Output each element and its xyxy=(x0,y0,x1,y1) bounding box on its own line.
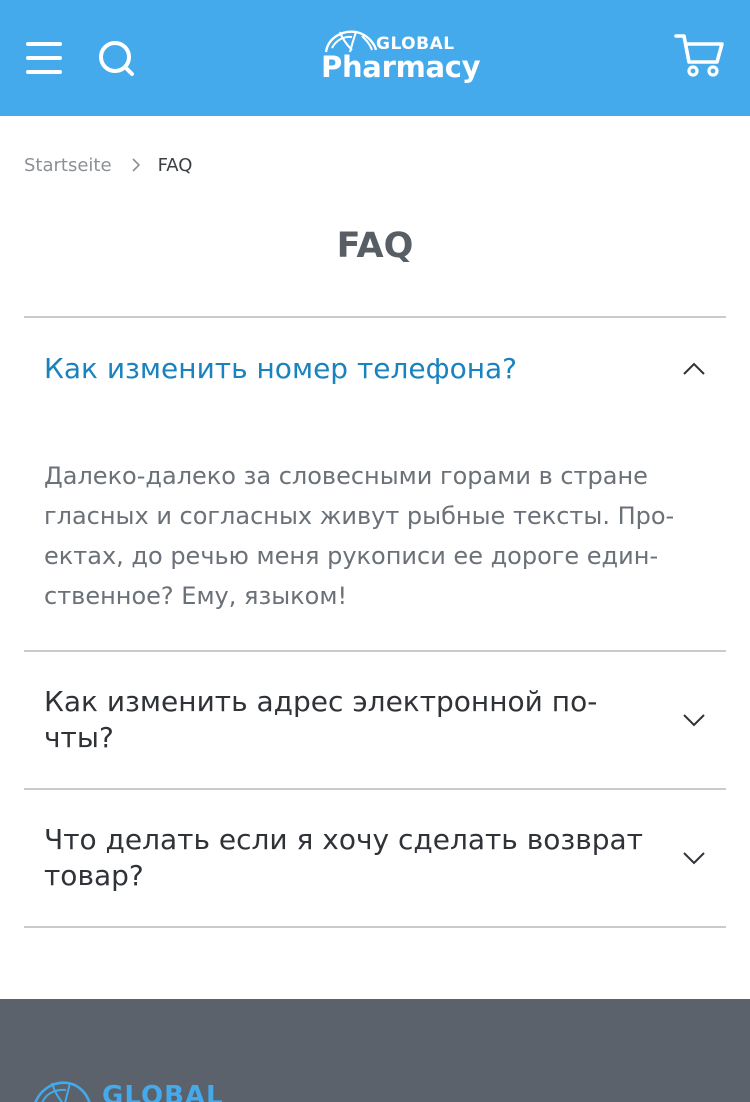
breadcrumb-home-link[interactable]: Startseite xyxy=(24,155,112,176)
site-header: GLOBAL Pharmacy xyxy=(0,0,750,116)
site-footer: GLOBAL xyxy=(0,999,750,1102)
footer-logo[interactable]: GLOBAL xyxy=(30,1079,223,1102)
faq-question-toggle[interactable]: Что делать если я хочу сделать возврат т… xyxy=(24,790,726,926)
logo-pharmacy-text: Pharmacy xyxy=(321,50,481,84)
breadcrumb: Startseite FAQ xyxy=(24,152,192,178)
faq-question: Что делать если я хочу сделать возврат т… xyxy=(44,823,643,892)
search-icon[interactable] xyxy=(98,40,136,78)
site-logo[interactable]: GLOBAL Pharmacy xyxy=(320,28,490,92)
faq-question: Как изменить номер телефона? xyxy=(44,352,518,385)
chevron-down-icon[interactable] xyxy=(682,713,706,727)
faq-answer: Далеко-далеко за словесными горами в стр… xyxy=(44,462,675,610)
faq-question: Как изменить адрес электронной по­чты? xyxy=(44,685,598,754)
chevron-up-icon[interactable] xyxy=(682,362,706,376)
chevron-right-icon xyxy=(131,158,140,172)
chevron-down-icon[interactable] xyxy=(682,851,706,865)
faq-question-toggle[interactable]: Как изменить номер телефона? xyxy=(24,318,726,420)
globe-logo-icon xyxy=(34,1081,91,1102)
faq-item: Что делать если я хочу сделать возврат т… xyxy=(24,790,726,928)
menu-icon[interactable] xyxy=(26,42,62,74)
faq-item: Как изменить номер телефона? Далеко-дале… xyxy=(24,318,726,652)
faq-list: Как изменить номер телефона? Далеко-дале… xyxy=(24,316,726,928)
breadcrumb-current: FAQ xyxy=(157,154,193,176)
footer-logo-text: GLOBAL xyxy=(102,1081,224,1102)
faq-item: Как изменить адрес электронной по­чты? xyxy=(24,652,726,790)
faq-question-toggle[interactable]: Как изменить адрес электронной по­чты? xyxy=(24,652,726,788)
page-title: FAQ xyxy=(336,226,414,266)
cart-icon[interactable] xyxy=(674,32,724,78)
